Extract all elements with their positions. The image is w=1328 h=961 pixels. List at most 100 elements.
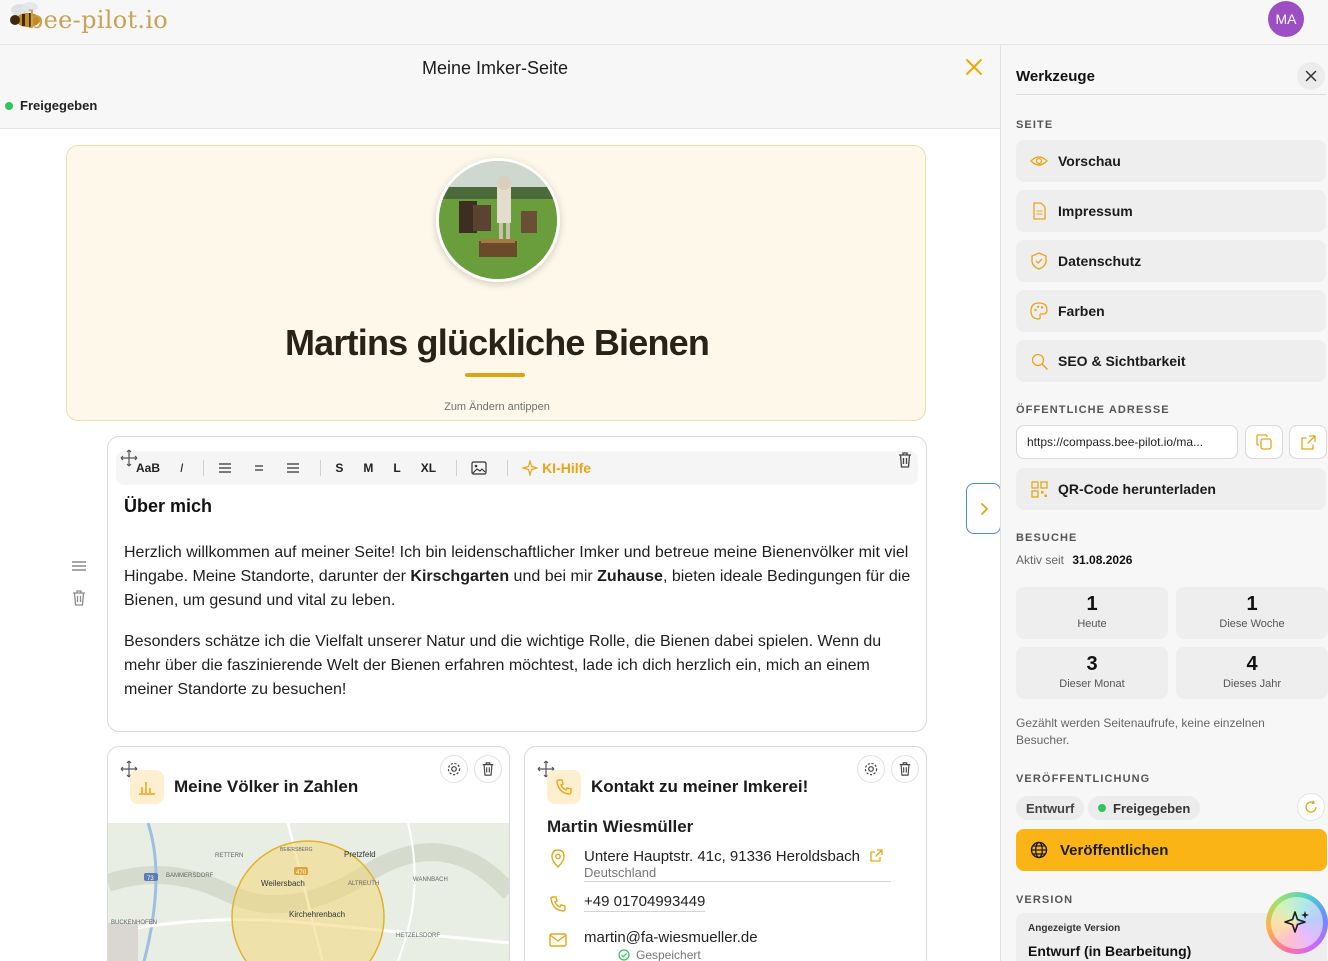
align-center-button[interactable] <box>252 462 266 474</box>
size-xl-button[interactable]: XL <box>421 461 436 475</box>
text-run: und bei mir <box>509 568 598 585</box>
toolbar-divider <box>456 460 458 476</box>
stat-label: Dieser Monat <box>1059 678 1125 690</box>
section-label-version: VERSION <box>1016 894 1074 906</box>
map-label: WANNBACH <box>413 877 448 883</box>
section-label-visits: BESUCHE <box>1016 532 1078 544</box>
about-heading[interactable]: Über mich <box>124 496 212 517</box>
panel-close-button[interactable] <box>1297 62 1325 90</box>
align-justify-button[interactable] <box>286 462 300 474</box>
contact-email[interactable]: martin@fa-wiesmueller.de <box>584 929 758 946</box>
stats-card: Meine Völker in Zahlen RETTERN BEIERSBER… <box>107 746 510 961</box>
font-style-button[interactable]: AaB <box>136 461 160 475</box>
size-s-button[interactable]: S <box>335 461 343 475</box>
colors-label: Farben <box>1058 303 1105 319</box>
align-left-icon <box>219 463 232 473</box>
toolbar-divider <box>320 460 322 476</box>
phone-icon-box <box>547 770 581 804</box>
refresh-button[interactable] <box>1297 793 1325 821</box>
qr-download-button[interactable]: QR-Code herunterladen <box>1016 468 1326 510</box>
close-editor-icon[interactable] <box>963 56 985 78</box>
publish-button[interactable]: Veröffentlichen <box>1016 829 1327 871</box>
panel-title: Werkzeuge <box>1016 68 1095 85</box>
settings-button[interactable] <box>440 755 468 783</box>
contact-name[interactable]: Martin Wiesmüller <box>547 817 693 837</box>
imprint-button[interactable]: Impressum <box>1016 190 1326 232</box>
active-since: Aktiv seit 31.08.2026 <box>1016 553 1132 567</box>
map-label: BAMMERSDORF <box>166 873 214 879</box>
map-label: BUCKENHOFEN <box>111 920 157 926</box>
version-label: Angezeigte Version <box>1028 923 1121 934</box>
address-row: Untere Hauptstr. 41c, 91336 Heroldsbach … <box>547 848 891 882</box>
about-section: AaB I S M L XL KI-Hilfe Über mich Herzli <box>107 436 927 732</box>
sparkle-icon <box>1284 911 1309 933</box>
hero-title[interactable]: Martins glückliche Bienen <box>67 322 927 364</box>
toolbar-divider <box>507 460 509 476</box>
size-l-button[interactable]: L <box>393 461 400 475</box>
settings-button[interactable] <box>857 755 885 783</box>
publish-label: Veröffentlichen <box>1060 841 1169 859</box>
bar-chart-icon <box>139 782 155 795</box>
avatar[interactable]: MA <box>1268 1 1304 37</box>
insert-image-button[interactable] <box>471 461 487 475</box>
external-link-icon[interactable] <box>870 849 883 862</box>
ki-help-button[interactable]: KI-Hilfe <box>522 460 591 476</box>
check-circle-icon <box>618 949 630 961</box>
contact-address[interactable]: Untere Hauptstr. 41c, 91336 Heroldsbach <box>584 848 891 865</box>
map-pin-icon <box>551 849 565 868</box>
open-url-button[interactable] <box>1289 425 1327 459</box>
bold-text: Kirschgarten <box>410 568 510 585</box>
palette-icon <box>1030 302 1048 320</box>
public-url-field[interactable]: https://compass.bee-pilot.io/ma... <box>1016 425 1238 459</box>
section-label-publish: VERÖFFENTLICHUNG <box>1016 773 1151 785</box>
search-icon <box>1030 352 1048 370</box>
colors-button[interactable]: Farben <box>1016 290 1326 332</box>
globe-icon <box>1030 841 1048 859</box>
gear-icon <box>864 762 878 776</box>
phone-icon <box>550 896 566 912</box>
qr-code-icon <box>1030 480 1048 498</box>
trash-icon[interactable] <box>897 451 913 469</box>
stat-label: Dieses Jahr <box>1222 678 1282 690</box>
stat-value: 1 <box>1086 593 1098 615</box>
draft-tab[interactable]: Entwurf <box>1016 796 1085 820</box>
stats-card-title[interactable]: Meine Völker in Zahlen <box>174 777 358 797</box>
profile-photo[interactable] <box>436 158 560 282</box>
move-icon[interactable] <box>120 449 138 467</box>
phone-icon <box>556 779 572 795</box>
privacy-button[interactable]: Datenschutz <box>1016 240 1326 282</box>
version-value: Entwurf (in Bearbeitung) <box>1028 943 1192 959</box>
delete-button[interactable] <box>474 755 502 783</box>
delete-button[interactable] <box>891 755 919 783</box>
map-label: Kirchehrenbach <box>289 910 345 919</box>
map-label: HETZELSDORF <box>396 933 440 939</box>
align-left-button[interactable] <box>218 462 232 474</box>
drag-handle-icon[interactable] <box>70 558 88 574</box>
ai-assistant-button[interactable] <box>1266 892 1328 954</box>
toolbar-divider <box>203 460 205 476</box>
seo-button[interactable]: SEO & Sichtbarkeit <box>1016 340 1326 382</box>
stat-label: Heute <box>1077 618 1107 630</box>
refresh-icon <box>1305 800 1317 813</box>
about-paragraph-2[interactable]: Besonders schätze ich die Vielfalt unser… <box>124 630 916 702</box>
status-dot <box>1098 804 1106 812</box>
hero-section[interactable]: Martins glückliche Bienen Zum Ändern ant… <box>66 145 926 421</box>
italic-button[interactable]: I <box>180 461 183 475</box>
copy-url-button[interactable] <box>1245 425 1283 459</box>
privacy-label: Datenschutz <box>1058 253 1142 269</box>
preview-button[interactable]: Vorschau <box>1016 140 1326 182</box>
trash-icon[interactable] <box>71 589 87 607</box>
about-paragraph-1[interactable]: Herzlich willkommen auf meiner Seite! Ic… <box>124 541 916 613</box>
collapse-panel-button[interactable] <box>966 483 1001 534</box>
stat-value: 3 <box>1086 653 1098 675</box>
phone-row: +49 01704993449 <box>547 893 706 915</box>
contact-phone[interactable]: +49 01704993449 <box>584 893 706 912</box>
map-label: BEIERSBERG <box>280 847 313 853</box>
ki-help-label: KI-Hilfe <box>542 460 592 476</box>
size-m-button[interactable]: M <box>363 461 373 475</box>
contact-card-title[interactable]: Kontakt zu meiner Imkerei! <box>591 777 808 797</box>
bold-text: Zuhause <box>597 568 663 585</box>
released-tab[interactable]: Freigegeben <box>1088 796 1201 820</box>
editor-header: Meine Imker-Seite Freigegeben <box>0 45 1000 129</box>
map[interactable]: RETTERN BEIERSBERG Pretzfeld BAMMERSDORF… <box>108 823 509 961</box>
